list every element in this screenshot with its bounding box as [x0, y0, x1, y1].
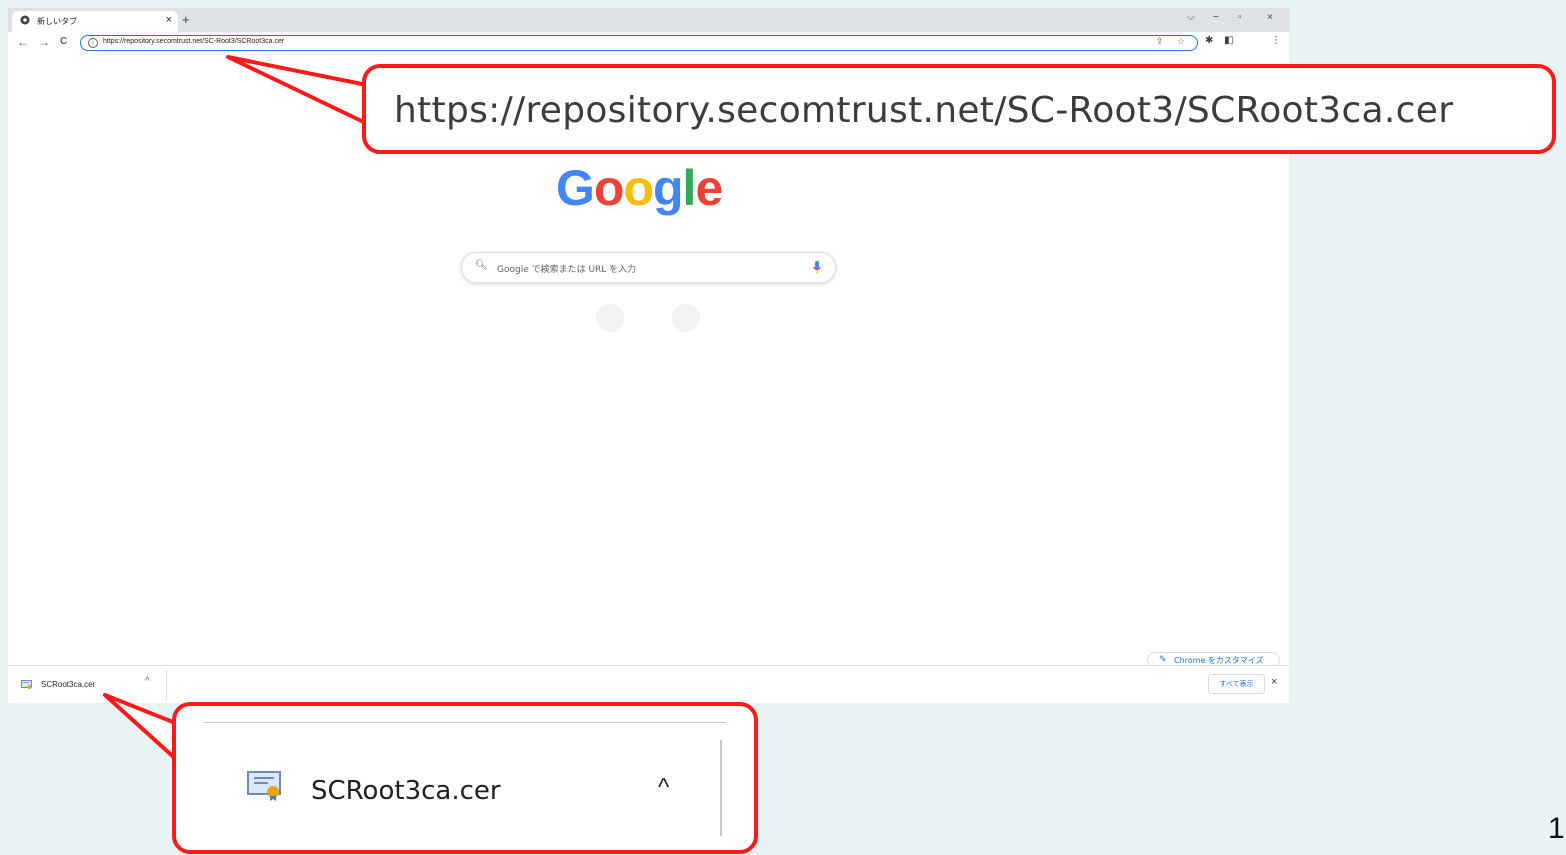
divider [720, 740, 722, 836]
shortcut-tile[interactable] [672, 304, 700, 332]
divider [204, 722, 726, 723]
info-icon[interactable]: i [88, 38, 98, 48]
address-bar[interactable]: i https://repository.secomtrust.net/SC-R… [80, 35, 1198, 51]
forward-button[interactable]: → [38, 35, 50, 49]
search-icon: 🔍︎ [475, 260, 488, 271]
chevron-up-icon[interactable]: ^ [145, 676, 150, 687]
google-logo: Google [556, 159, 723, 217]
restore-button[interactable]: ▫ [1238, 12, 1242, 23]
tab-strip: 新しいタブ × + ⌵ − ▫ × [8, 8, 1289, 32]
microphone-icon[interactable] [812, 261, 822, 274]
search-placeholder[interactable]: Google で検索または URL を入力 [497, 262, 636, 275]
share-icon[interactable]: ⇪ [1156, 36, 1164, 47]
side-panel-icon[interactable]: ◧ [1224, 35, 1233, 46]
logo-letter: G [556, 160, 595, 216]
menu-icon[interactable]: ⋮ [1271, 35, 1281, 46]
url-text[interactable]: https://repository.secomtrust.net/SC-Roo… [103, 38, 284, 45]
chevron-up-icon: ^ [658, 774, 670, 801]
callout-filename: SCRoot3ca.cer [311, 776, 501, 806]
download-callout: SCRoot3ca.cer ^ [172, 702, 758, 854]
pencil-icon: ✎ [1159, 654, 1167, 664]
certificate-icon [21, 680, 32, 689]
extensions-icon[interactable]: ✱ [1205, 35, 1213, 46]
back-button[interactable]: ← [17, 35, 29, 49]
logo-letter: o [593, 160, 625, 216]
new-tab-button[interactable]: + [182, 12, 190, 27]
callout-url-text: https://repository.secomtrust.net/SC-Roo… [394, 90, 1454, 131]
logo-letter: o [623, 160, 654, 216]
bookmark-star-icon[interactable]: ☆ [1177, 36, 1185, 47]
url-callout: https://repository.secomtrust.net/SC-Roo… [362, 64, 1556, 154]
tab-search-icon[interactable]: ⌵ [1187, 12, 1195, 23]
download-filename[interactable]: SCRoot3ca.cer [41, 680, 95, 689]
show-all-button[interactable]: すべて表示 [1208, 674, 1265, 694]
logo-letter: e [695, 160, 723, 216]
page-number: 1 [1548, 812, 1565, 845]
chrome-icon [20, 15, 30, 25]
window-close-button[interactable]: × [1267, 12, 1273, 23]
minimize-button[interactable]: − [1213, 12, 1219, 23]
browser-toolbar: ← → C i https://repository.secomtrust.ne… [8, 32, 1289, 54]
reload-button[interactable]: C [60, 36, 67, 47]
divider [166, 670, 167, 700]
tab-title: 新しいタブ [37, 17, 77, 26]
tab-new-tab[interactable]: 新しいタブ × [12, 11, 178, 32]
tab-close-icon[interactable]: × [166, 14, 172, 26]
logo-letter: g [653, 160, 684, 216]
search-box[interactable]: 🔍︎ Google で検索または URL を入力 [461, 252, 836, 283]
certificate-icon [247, 771, 281, 801]
shelf-close-icon[interactable]: × [1271, 676, 1277, 688]
shortcut-tile[interactable] [596, 304, 624, 332]
logo-letter: l [682, 160, 697, 216]
download-shelf: SCRoot3ca.cer ^ すべて表示 × [8, 665, 1289, 703]
